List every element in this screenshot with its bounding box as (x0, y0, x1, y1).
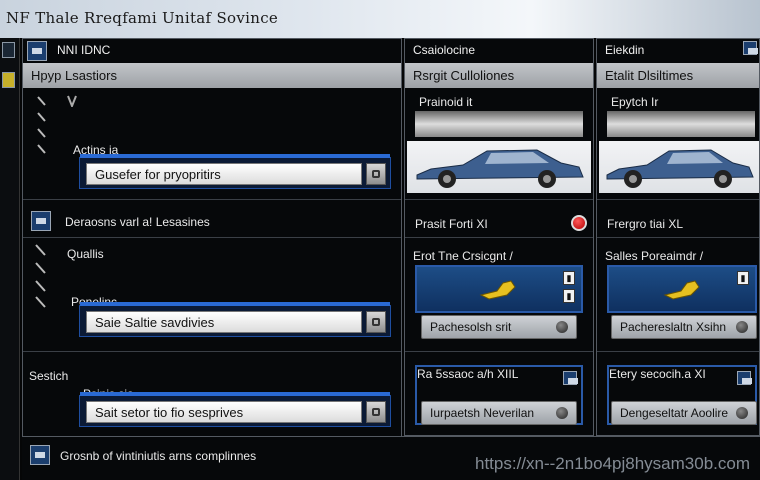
vertical-tool-icon (37, 96, 46, 154)
knob-icon (736, 321, 748, 333)
section1-dropdown-button[interactable] (366, 163, 386, 185)
mid-pill2-label: Iurpaetsh Neverilan (430, 406, 535, 420)
key-icon (663, 280, 700, 300)
section3-input-wrap: Saie Saltie savdivies (79, 302, 391, 337)
section3-dropdown-button[interactable] (366, 311, 386, 333)
right-panel: Eiekdin Etalit Dlsiltimes Epytch Ir Frer… (596, 38, 760, 436)
mid-car-label: Prainoid it (419, 95, 473, 109)
vertical-tool-icon (35, 244, 46, 308)
right-row3-label: Salles Poreaimdr / (605, 249, 704, 263)
mid-subheader[interactable]: Rsrgit Culloliones (405, 63, 593, 88)
footer-text: Grosnb of vintiniutis arns complinnes (60, 449, 257, 463)
section4-input-wrap: Sait setor tio fio sesprives (79, 392, 391, 427)
section3-label: Quallis (67, 247, 104, 261)
window-title: NF Thale Rreqfami Unitaf Sovince (6, 9, 279, 27)
right-pill2[interactable]: Dengeseltatr Aoolire (611, 401, 757, 425)
chip-icon: ▮ (737, 271, 749, 285)
left-panel: NNI IDNC Hpyp Lsastiors Actins ia Gusefe… (22, 38, 402, 480)
knob-icon (556, 321, 568, 333)
chip-icon: ▮ (563, 289, 575, 303)
section4-input[interactable]: Sait setor tio fio sesprives (86, 401, 362, 423)
chip-icon: ▮ (563, 271, 575, 285)
window-icon (30, 445, 50, 465)
left-subheader[interactable]: Hpyp Lsastiors (23, 63, 401, 88)
mid-key-tile[interactable]: ▮ ▮ (415, 265, 583, 313)
left-rail (0, 38, 20, 480)
right-header: Eiekdin (605, 43, 645, 57)
knob-icon (736, 407, 748, 419)
section3-input[interactable]: Saie Saltie savdivies (86, 311, 362, 333)
section2-label: Deraosns varl a! Lesasines (65, 215, 210, 229)
window-icon[interactable] (2, 42, 15, 58)
section1-input[interactable]: Gusefer for pryopritirs (86, 163, 362, 185)
right-pill1-label: Pachereslaltn Xsihn (620, 320, 727, 334)
section1-input-wrap: Gusefer for pryopritirs (79, 154, 391, 189)
car-image (599, 141, 759, 193)
mid-row3-label: Erot Tne Crsicgnt / (413, 249, 513, 263)
right-car-label: Epytch Ir (611, 95, 659, 109)
mid-pill2[interactable]: Iurpaetsh Neverilan (421, 401, 577, 425)
mid-row2-label: Prasit Forti XI (415, 217, 488, 231)
right-pill2-label: Dengeseltatr Aoolire (620, 406, 729, 420)
window-icon[interactable] (737, 371, 752, 385)
knob-icon (556, 407, 568, 419)
right-pill1[interactable]: Pachereslaltn Xsihn (611, 315, 757, 339)
mid-pill1-label: Pachesolsh srit (430, 320, 512, 334)
main-frame: NNI IDNC Hpyp Lsastiors Actins ia Gusefe… (0, 38, 760, 480)
window-icon[interactable] (563, 371, 578, 385)
mid-pill1[interactable]: Pachesolsh srit (421, 315, 577, 339)
section4-dropdown-button[interactable] (366, 401, 386, 423)
car-icon (416, 149, 584, 188)
window-icon (27, 41, 47, 61)
mid-header: Csaiolocine (413, 43, 476, 57)
watermark-url: https://xn--2n1bo4pj8hysam30b.com (475, 454, 750, 473)
section4-label: Sestich (29, 369, 69, 383)
car-image (407, 141, 591, 193)
right-subheader[interactable]: Etalit Dlsiltimes (597, 63, 759, 88)
left-header: NNI IDNC (57, 43, 111, 57)
mid-panel: Csaiolocine Rsrgit Culloliones Prainoid … (404, 38, 594, 436)
car-icon (606, 149, 754, 188)
title-bar: NF Thale Rreqfami Unitaf Sovince (0, 0, 760, 38)
chevron-down-icon[interactable] (67, 95, 77, 107)
key-icon (479, 280, 516, 300)
window-icon[interactable] (743, 41, 758, 55)
key-icon[interactable] (2, 72, 15, 88)
window-icon (31, 211, 51, 231)
red-status-dot[interactable] (571, 215, 587, 231)
right-row2-label: Frergro tiai XL (607, 217, 684, 231)
right-key-tile[interactable]: ▮ (607, 265, 757, 313)
